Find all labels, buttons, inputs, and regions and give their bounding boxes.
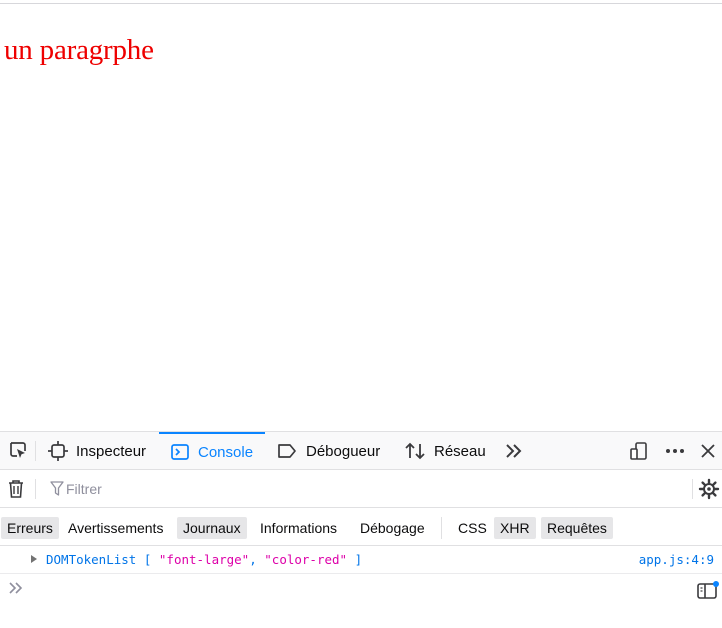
filter-xhr[interactable]: XHR (494, 517, 536, 539)
filter-separator (35, 479, 36, 499)
more-tools-button[interactable] (501, 432, 527, 470)
message-text[interactable]: DOMTokenList [ "font-large", "color-red"… (46, 552, 362, 567)
tab-debugger[interactable]: Débogueur (276, 432, 380, 470)
inspector-icon (48, 441, 68, 461)
prompt-chevron-icon (8, 581, 24, 595)
tab-console[interactable]: Console (159, 432, 265, 470)
console-category-bar: Erreurs Avertissements Journaux Informat… (0, 508, 722, 546)
filter-separator-right (692, 479, 693, 499)
expand-arrow-icon[interactable] (31, 555, 37, 563)
trash-icon[interactable] (6, 478, 26, 500)
console-filter-input[interactable] (66, 479, 566, 499)
tab-network-label: Réseau (434, 442, 486, 460)
filter-icon (50, 481, 64, 497)
filter-debug[interactable]: Débogage (354, 517, 431, 539)
top-divider (0, 3, 722, 4)
element-picker-icon (7, 440, 29, 462)
console-filter-bar (0, 470, 722, 508)
console-message: DOMTokenList [ "font-large", "color-red"… (0, 546, 722, 574)
element-picker-button[interactable] (2, 432, 34, 470)
double-chevron-right-icon (504, 441, 524, 461)
message-suffix: ] (347, 552, 363, 567)
notification-dot (713, 581, 719, 587)
filter-warnings[interactable]: Avertissements (62, 517, 169, 539)
message-item-1: "font-large" (158, 552, 250, 567)
message-separator: , (249, 552, 265, 567)
filter-info[interactable]: Informations (254, 517, 343, 539)
page-paragraph: un paragrphe (4, 34, 154, 66)
responsive-design-button[interactable] (626, 432, 652, 470)
gear-icon[interactable] (698, 478, 720, 500)
devtools-menu-button[interactable] (662, 432, 688, 470)
tab-console-label: Console (198, 443, 254, 461)
network-icon (404, 441, 426, 461)
filter-logs[interactable]: Journaux (177, 517, 247, 539)
filter-requests[interactable]: Requêtes (541, 517, 613, 539)
tab-inspector-label: Inspecteur (76, 442, 147, 460)
category-separator (441, 517, 442, 539)
more-horizontal-icon (664, 441, 686, 461)
filter-errors[interactable]: Erreurs (1, 517, 59, 539)
tab-network[interactable]: Réseau (404, 432, 486, 470)
devtools-panel: Inspecteur Console Débogueur Réseau Filt… (0, 431, 722, 628)
editor-mode-icon[interactable] (696, 580, 720, 602)
console-icon (170, 442, 190, 462)
tab-debugger-label: Débogueur (306, 442, 381, 460)
close-icon (699, 442, 717, 460)
tab-inspector[interactable]: Inspecteur (48, 432, 146, 470)
debugger-icon (276, 441, 298, 461)
message-prefix: DOMTokenList [ (46, 552, 159, 567)
message-item-2: "color-red" (264, 552, 348, 567)
filter-css[interactable]: CSS (452, 517, 493, 539)
responsive-mode-icon (629, 441, 649, 461)
devtools-toolbar: Inspecteur Console Débogueur Réseau (0, 432, 722, 470)
close-devtools-button[interactable] (696, 432, 720, 470)
toolbar-separator (35, 441, 36, 461)
message-source-link[interactable]: app.js:4:9 (639, 552, 714, 567)
console-input-row[interactable] (0, 575, 722, 605)
